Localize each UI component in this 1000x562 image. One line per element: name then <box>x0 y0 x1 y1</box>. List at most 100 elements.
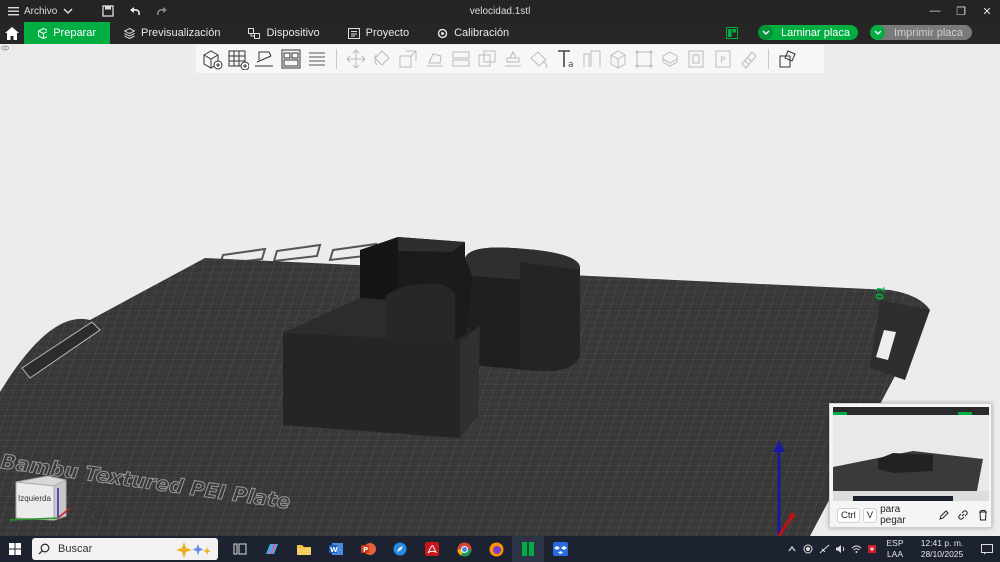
delete-button[interactable] <box>973 507 993 523</box>
taskbar: Buscar W P ESP LAA 12:41 p. m. 28/10/202… <box>0 536 1000 562</box>
toolbar-separator <box>767 49 769 69</box>
file-menu-button[interactable]: Archivo <box>0 0 60 22</box>
network-icon <box>819 544 829 554</box>
language-line-1: ESP <box>886 538 904 548</box>
toolbar-separator <box>335 49 337 69</box>
firefox-app[interactable] <box>480 536 512 562</box>
chrome-app[interactable] <box>448 536 480 562</box>
chrome-icon <box>457 542 471 556</box>
tool-cut[interactable] <box>448 46 474 72</box>
add-object-icon <box>203 50 223 70</box>
notifications-button[interactable] <box>974 536 1000 562</box>
tool-layer-list[interactable] <box>304 46 330 72</box>
tool-fdm-settings[interactable]: P <box>710 46 736 72</box>
bambu-studio-app[interactable] <box>512 536 544 562</box>
slice-plate-label: Laminar placa <box>780 26 851 39</box>
tab-preview[interactable]: Previsualización <box>110 22 234 44</box>
project-icon <box>347 27 360 39</box>
restore-icon: ❐ <box>956 5 966 18</box>
tool-variable-layer[interactable] <box>631 46 657 72</box>
split-objects-icon <box>662 51 678 67</box>
clock[interactable]: 12:41 p. m. 28/10/2025 <box>914 538 970 560</box>
clipboard-preview[interactable]: Ctrl V para pegar <box>829 403 992 528</box>
minimize-icon: — <box>929 5 941 17</box>
object-toolbar: a P <box>196 45 824 73</box>
start-button[interactable] <box>0 536 30 562</box>
save-icon <box>102 5 114 17</box>
file-menu-label: Archivo <box>24 5 58 17</box>
view-cube-face-label: Izquierda <box>18 494 51 503</box>
fit-view-button[interactable] <box>90 507 108 525</box>
tray-app-icon[interactable] <box>864 536 880 562</box>
restore-button[interactable]: ❐ <box>948 0 974 22</box>
tool-text[interactable]: a <box>552 46 578 72</box>
save-button[interactable] <box>90 0 126 22</box>
home-button[interactable] <box>0 22 24 44</box>
tab-device[interactable]: Dispositivo <box>234 22 333 44</box>
task-view-button[interactable] <box>224 536 256 562</box>
rotate-icon <box>374 50 390 66</box>
copilot-app[interactable] <box>256 536 288 562</box>
tool-add-plate[interactable] <box>225 46 251 72</box>
tool-split-parts[interactable] <box>683 46 709 72</box>
tray-record-icon[interactable] <box>800 536 816 562</box>
compass-icon <box>393 542 407 556</box>
fdm-settings-icon: P <box>715 50 731 68</box>
layout-icon[interactable] <box>726 27 738 39</box>
tab-project[interactable]: Proyecto <box>334 22 423 44</box>
word-app[interactable]: W <box>320 536 352 562</box>
tab-device-label: Dispositivo <box>266 27 320 39</box>
copy-link-button[interactable] <box>954 507 974 523</box>
tool-assembly[interactable] <box>605 46 631 72</box>
tool-paint[interactable] <box>736 46 762 72</box>
tool-support-paint[interactable] <box>500 46 526 72</box>
tool-split-objects[interactable] <box>657 46 683 72</box>
language-line-2: LAA <box>886 549 904 559</box>
record-icon <box>803 544 813 554</box>
minimize-button[interactable]: — <box>922 0 948 22</box>
tool-rotate[interactable] <box>369 46 395 72</box>
tray-network-icon[interactable] <box>816 536 832 562</box>
tool-seam-paint[interactable] <box>526 46 552 72</box>
file-explorer-app[interactable] <box>288 536 320 562</box>
tool-measure[interactable] <box>579 46 605 72</box>
tool-lay-on-face[interactable] <box>422 46 448 72</box>
print-plate-button[interactable]: Imprimir placa <box>870 25 972 40</box>
tool-arrange[interactable] <box>278 46 304 72</box>
seam-paint-icon <box>530 51 548 69</box>
hamburger-icon <box>8 7 19 16</box>
slice-plate-button[interactable]: Laminar placa <box>758 25 858 40</box>
tool-mesh-boolean[interactable] <box>474 46 500 72</box>
word-icon: W <box>328 543 343 555</box>
print-dropdown-button[interactable] <box>870 25 885 40</box>
tray-volume-icon[interactable] <box>832 536 848 562</box>
browser-app[interactable] <box>384 536 416 562</box>
tab-prepare[interactable]: Preparar <box>24 22 110 44</box>
tool-move[interactable] <box>343 46 369 72</box>
tool-return[interactable] <box>775 46 801 72</box>
tool-auto-orient[interactable] <box>251 46 277 72</box>
close-button[interactable]: ✕ <box>974 0 1000 22</box>
support-paint-icon <box>505 50 522 67</box>
menu-dropdown-button[interactable] <box>60 0 76 22</box>
tray-overflow-button[interactable] <box>784 536 800 562</box>
tool-add-object[interactable] <box>199 46 225 72</box>
slice-dropdown-button[interactable] <box>758 25 773 40</box>
undo-button[interactable] <box>126 0 144 22</box>
powerpoint-app[interactable]: P <box>352 536 384 562</box>
tray-wifi-icon[interactable] <box>848 536 864 562</box>
svg-text:P: P <box>363 546 368 554</box>
redo-button[interactable] <box>144 0 180 22</box>
acrobat-app[interactable] <box>416 536 448 562</box>
chevron-down-icon <box>874 30 881 35</box>
scale-icon <box>399 50 417 68</box>
taskbar-search[interactable]: Buscar <box>32 538 218 560</box>
tool-scale[interactable] <box>395 46 421 72</box>
redo-icon <box>157 7 167 16</box>
undo-icon <box>130 7 140 16</box>
edit-button[interactable] <box>934 507 954 523</box>
dropbox-app[interactable] <box>544 536 576 562</box>
language-indicator[interactable]: ESP LAA <box>884 538 906 560</box>
tab-calibration[interactable]: Calibración <box>423 22 523 44</box>
view-cube[interactable]: Izquierda <box>6 468 76 528</box>
